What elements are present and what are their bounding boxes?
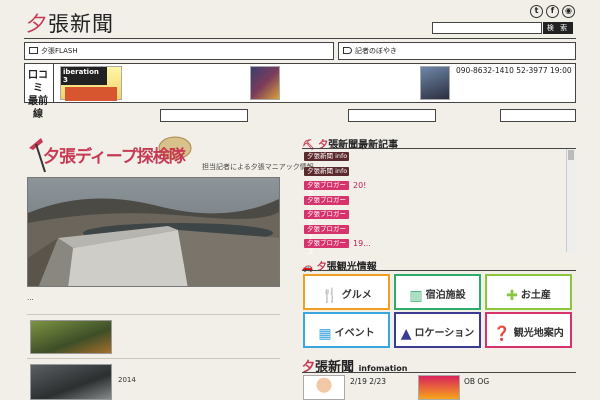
calendar-icon: ▦: [318, 326, 332, 342]
kuchikomi-more-button-2[interactable]: [348, 109, 436, 122]
kuchikomi-more-button-3[interactable]: [500, 109, 576, 122]
pickaxe-icon: ⛏: [302, 140, 315, 151]
blogger-label: 記者のぼやき: [355, 47, 397, 55]
news-tag[interactable]: 夕張ブロガーズ: [304, 210, 349, 227]
news-scroll-thumb: [568, 150, 574, 160]
info-thumb-1[interactable]: [303, 375, 345, 400]
news-tag[interactable]: 夕張ブロガーズ: [304, 239, 349, 256]
car-icon: 🚗: [302, 263, 314, 273]
info-text-1[interactable]: 2/19 2/23: [350, 377, 410, 387]
deep-tanken-subtitle: 担当記者による夕張マニアック情報: [202, 163, 314, 171]
list-separator: [27, 358, 280, 359]
info-icon: ❓: [493, 326, 511, 342]
kanko-button[interactable]: 🍴 グルメ: [303, 274, 390, 310]
news-tag[interactable]: 夕張ブロガーズ: [304, 181, 349, 198]
kanko-button[interactable]: ▥ 宿泊施設: [394, 274, 481, 310]
info-thumb-2[interactable]: [418, 375, 460, 400]
megaphone-icon: [343, 47, 352, 54]
flash-ticker[interactable]: 夕張FLASH: [24, 42, 334, 60]
kanko-button[interactable]: ▦ イベント: [303, 312, 390, 348]
latest-news-divider: [302, 148, 576, 149]
flash-label: 夕張FLASH: [41, 47, 78, 55]
dam-photo: [28, 178, 279, 286]
information-divider: [302, 372, 576, 373]
deep-tanken-banner[interactable]: 夕張ディープ探検隊: [27, 134, 197, 180]
header-divider: [24, 38, 576, 39]
search-input[interactable]: [432, 22, 542, 34]
kuchikomi-thumb-1[interactable]: iberation 3: [60, 66, 122, 101]
news-headline[interactable]: 19...: [353, 239, 371, 248]
feature-photo[interactable]: [27, 177, 280, 287]
building-icon: ▥: [409, 288, 423, 304]
book-icon: [29, 47, 38, 54]
news-scrollbar[interactable]: [566, 149, 575, 252]
kanko-button[interactable]: ❓ 観光地案内: [485, 312, 572, 348]
fork-knife-icon: 🍴: [321, 288, 339, 304]
news-tag[interactable]: 夕張新聞 info: [304, 166, 349, 176]
list-thumb-2[interactable]: [30, 364, 112, 400]
mountain-icon: ▲: [400, 326, 412, 342]
news-tag[interactable]: 夕張新聞 info: [304, 152, 349, 161]
news-tag[interactable]: 夕張ブロガーズ: [304, 224, 349, 242]
kuchikomi-thumb-2[interactable]: [250, 66, 280, 100]
info-text-2[interactable]: OB OG: [464, 377, 572, 387]
kuchikomi-thumb-3[interactable]: [420, 66, 450, 100]
site-logo[interactable]: 夕張新聞: [24, 8, 114, 38]
kuchikomi-divider: [53, 63, 54, 103]
feature-caption[interactable]: ...: [27, 294, 34, 302]
list-desc-2: 2014: [118, 376, 136, 384]
deep-tanken-title: 夕張ディープ探検隊: [43, 147, 186, 167]
twitter-icon[interactable]: t: [530, 5, 543, 18]
kanko-button[interactable]: ▲ ロケーション: [394, 312, 481, 348]
kuchikomi-text-3[interactable]: 090-8632-1410 52-3977 19:00: [456, 66, 574, 76]
kuchikomi-more-button-1[interactable]: [160, 109, 248, 122]
kanko-divider: [302, 270, 576, 271]
news-tag[interactable]: 夕張ブロガーズ: [304, 195, 349, 213]
list-thumb-1[interactable]: [30, 320, 112, 354]
kanko-button[interactable]: ✚ お土産: [485, 274, 572, 310]
news-headline[interactable]: 20!: [353, 181, 366, 190]
rss-icon[interactable]: ◉: [562, 5, 575, 18]
facebook-icon[interactable]: f: [546, 5, 559, 18]
kuchikomi-label: 口コミ 最前線: [28, 70, 48, 120]
list-separator: [27, 314, 280, 315]
search-button[interactable]: 検 索: [543, 22, 573, 34]
blogger-ticker[interactable]: 記者のぼやき: [338, 42, 576, 60]
gift-icon: ✚: [506, 288, 518, 304]
